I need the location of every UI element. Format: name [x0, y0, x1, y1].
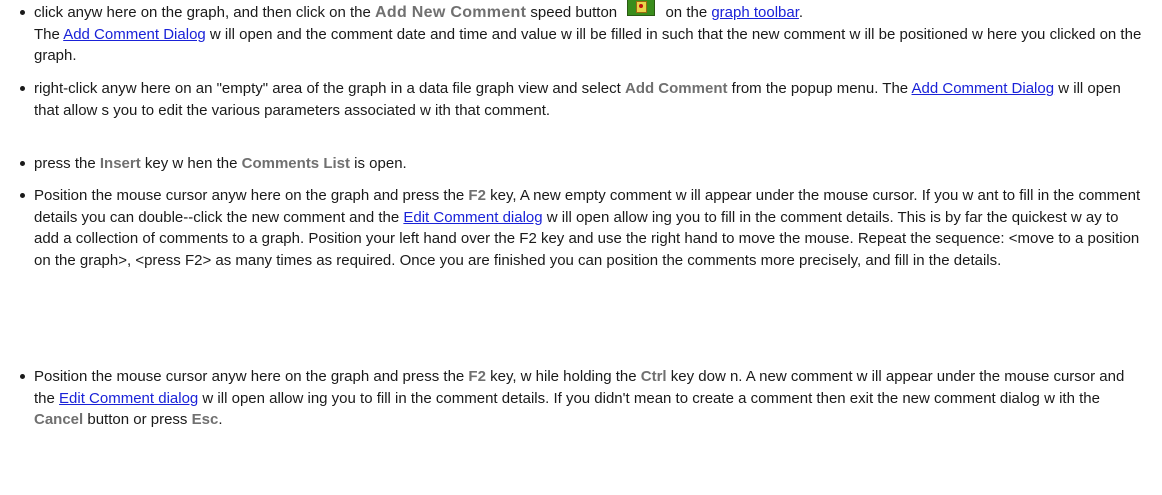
- item-text: right-click anyw here on an "empty" area…: [34, 80, 625, 97]
- add-comment-dialog-link[interactable]: Add Comment Dialog: [912, 80, 1055, 97]
- item-text: press the: [34, 155, 100, 172]
- item-text: button or press: [83, 411, 192, 428]
- keyword-comments-list: Comments List: [241, 155, 350, 172]
- item-text: .: [798, 4, 804, 21]
- keyword-esc: Esc: [191, 411, 219, 428]
- item-text: key w hen the: [140, 155, 242, 172]
- keyword-f2: F2: [468, 187, 486, 204]
- edit-comment-dialog-link[interactable]: Edit Comment dialog: [59, 390, 198, 407]
- item-text: from the popup menu. The: [727, 80, 912, 97]
- list-item: press the Insert key w hen the Comments …: [20, 153, 1146, 175]
- item-text: .: [218, 411, 223, 428]
- edit-comment-dialog-link[interactable]: Edit Comment dialog: [403, 209, 542, 226]
- graph-toolbar-link[interactable]: graph toolbar: [711, 4, 799, 21]
- keyword-cancel: Cancel: [34, 411, 84, 428]
- item-text: key, w hile holding the: [485, 368, 641, 385]
- add-comment-icon: [627, 0, 656, 16]
- keyword-add-new-comment: Add New Comment: [375, 4, 527, 21]
- list-item: click anyw here on the graph, and then c…: [20, 0, 1146, 67]
- list-item: Position the mouse cursor anyw here on t…: [20, 366, 1146, 431]
- keyword-ctrl: Ctrl: [640, 368, 667, 385]
- item-text: Position the mouse cursor anyw here on t…: [34, 187, 469, 204]
- item-text: is open.: [350, 155, 407, 172]
- keyword-insert: Insert: [99, 155, 141, 172]
- keyword-f2: F2: [468, 368, 486, 385]
- help-page: click anyw here on the graph, and then c…: [0, 0, 1162, 495]
- item-text: speed button: [526, 4, 622, 21]
- keyword-add-comment: Add Comment: [624, 80, 728, 97]
- item-text: The: [34, 25, 64, 43]
- item-text: on the: [661, 4, 712, 21]
- list-item: Position the mouse cursor anyw here on t…: [20, 185, 1146, 271]
- item-text: click anyw here on the graph, and then c…: [34, 4, 376, 21]
- add-comment-dialog-link[interactable]: Add Comment Dialog: [63, 26, 206, 43]
- list-item: right-click anyw here on an "empty" area…: [20, 78, 1146, 121]
- item-text: Position the mouse cursor anyw here on t…: [34, 368, 469, 385]
- item-text: w ill open allow ing you to fill in the …: [198, 389, 1100, 407]
